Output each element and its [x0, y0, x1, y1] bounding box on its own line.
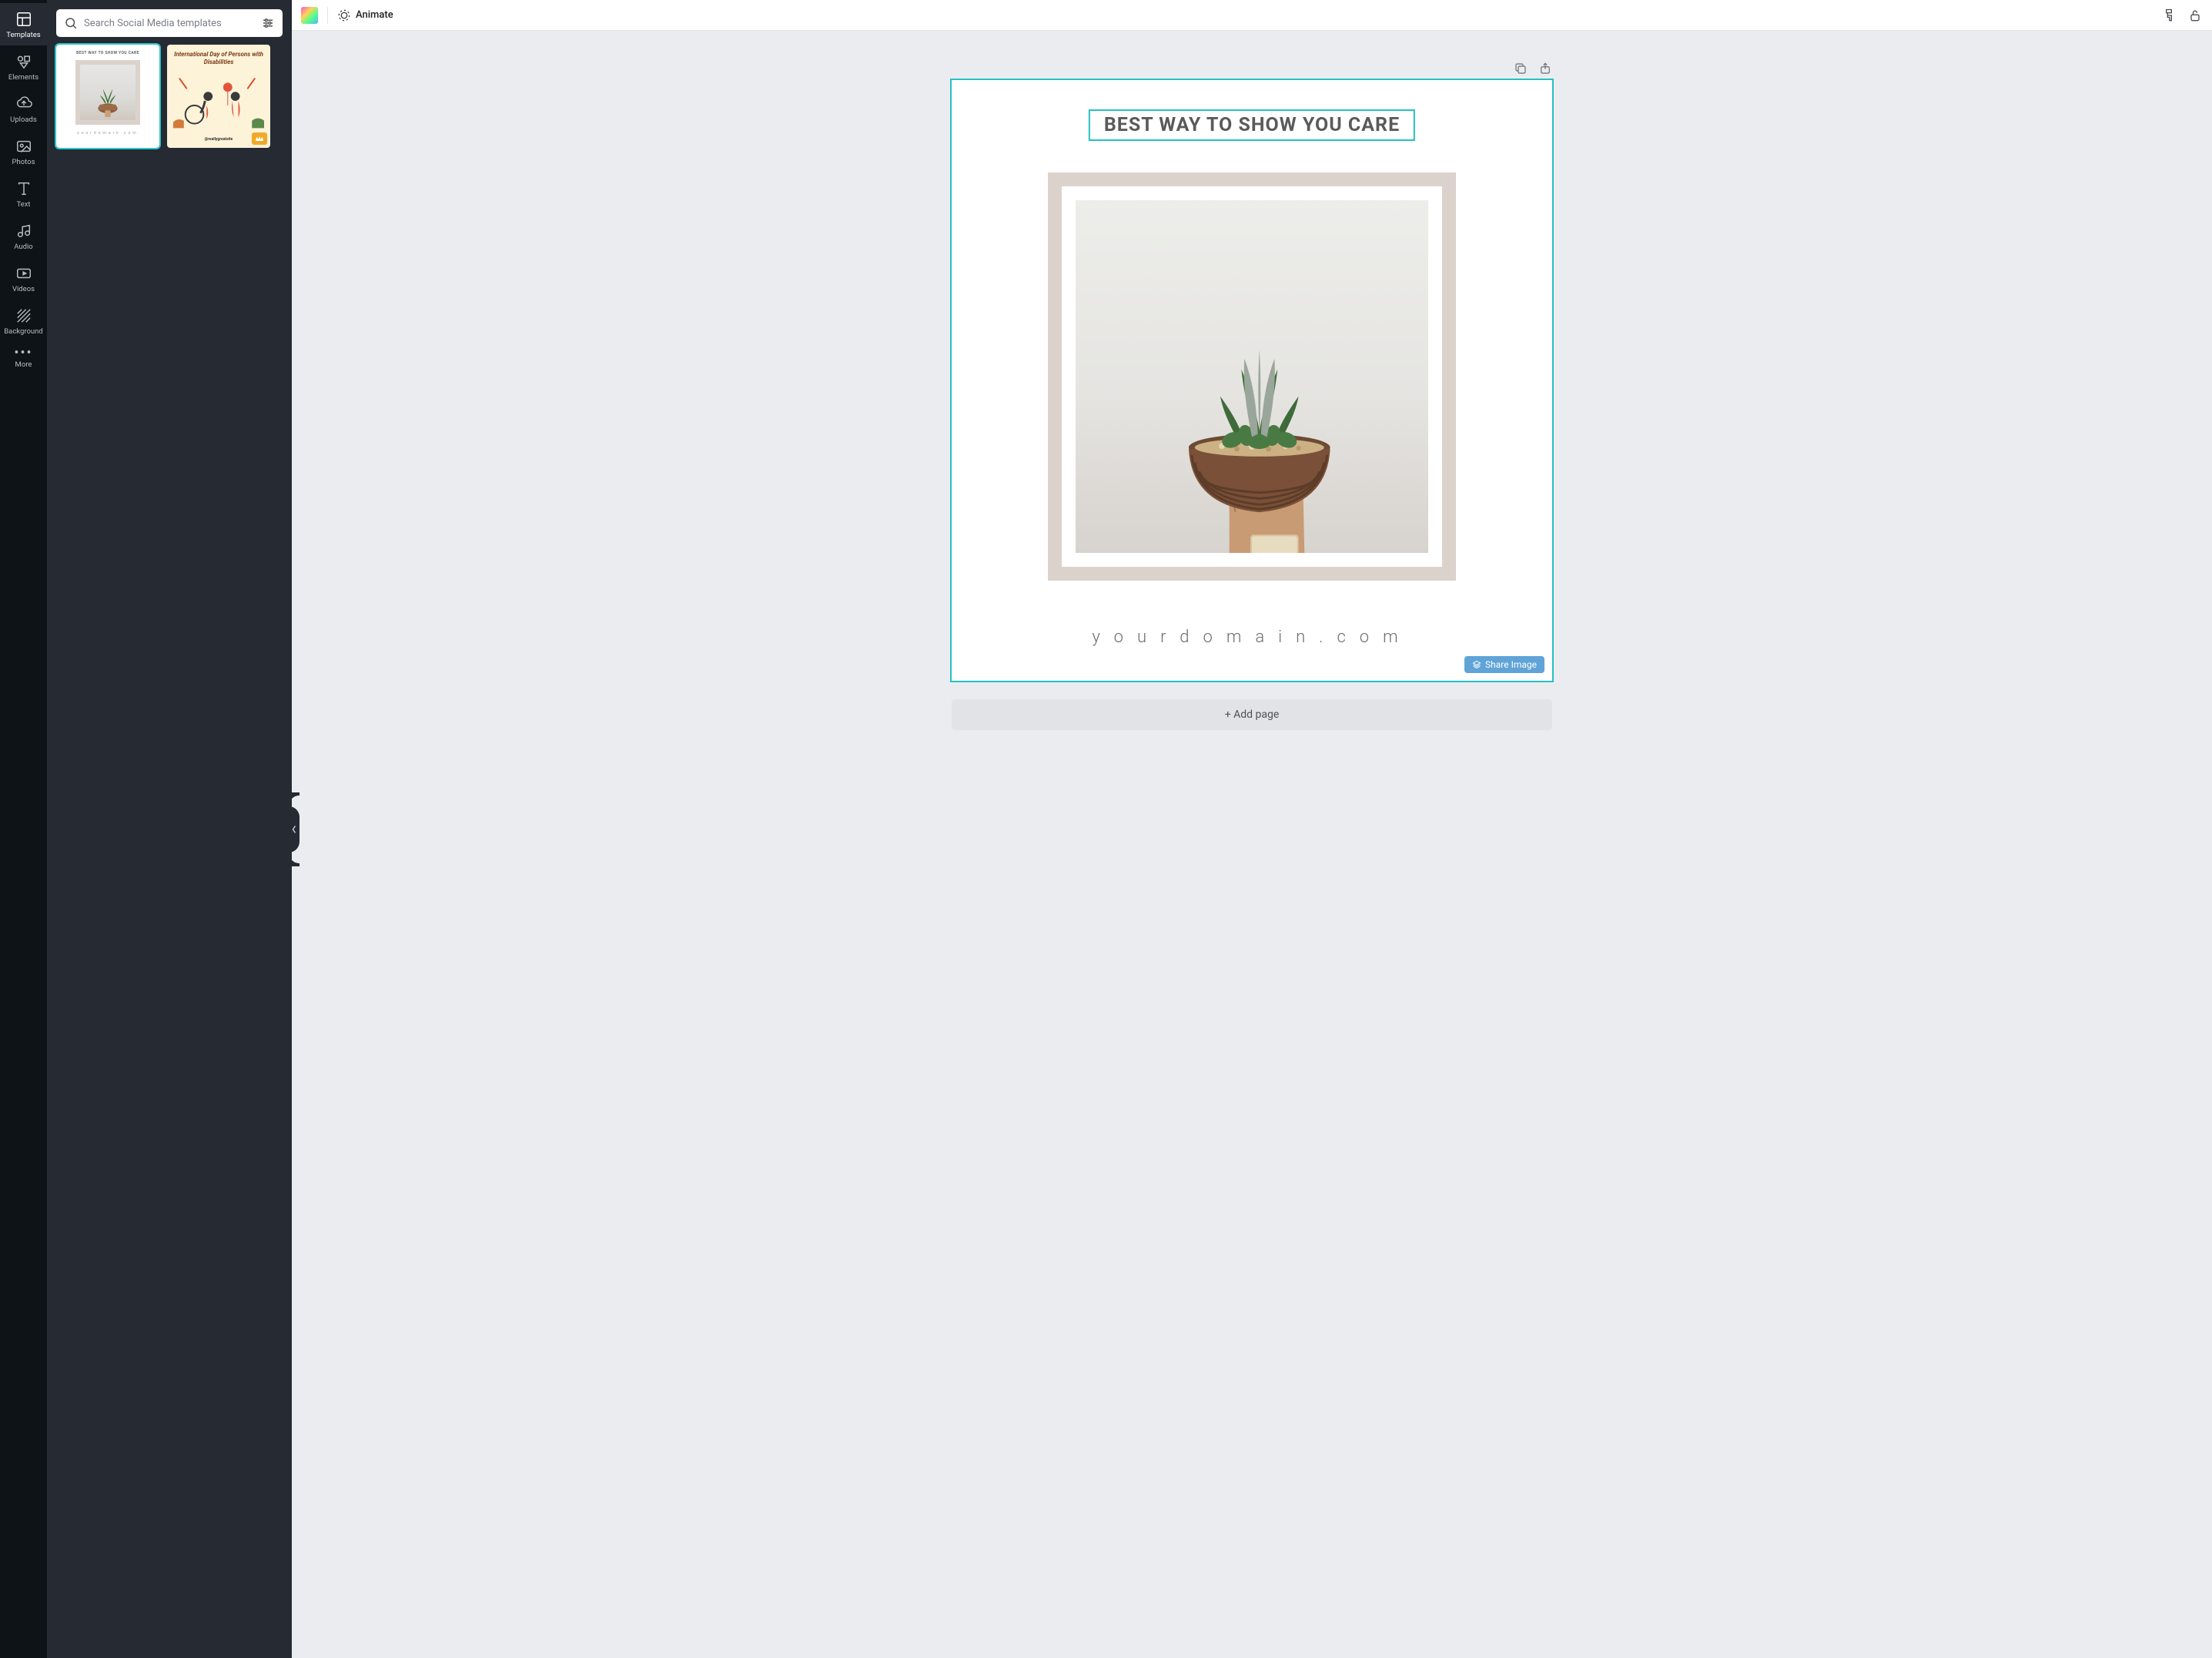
nav-label: Videos: [12, 285, 35, 293]
layers-icon: [1472, 660, 1481, 669]
canvas-scroll[interactable]: BEST WAY TO SHOW YOU CARE: [292, 31, 2212, 1658]
nav-label: Uploads: [10, 116, 37, 124]
search-box[interactable]: [56, 9, 283, 37]
lock-icon[interactable]: [2187, 8, 2203, 23]
add-page-button[interactable]: + Add page: [952, 699, 1552, 730]
nav-label: Background: [4, 327, 43, 336]
elements-icon: [15, 53, 32, 70]
plant-illustration: [1139, 286, 1364, 553]
premium-badge-icon: [252, 132, 267, 145]
templates-icon: [15, 11, 32, 28]
nav-elements[interactable]: Elements: [0, 45, 47, 88]
nav-label: More: [15, 360, 32, 369]
thumb-footer: @reallygreatsite: [205, 137, 233, 142]
export-page-icon[interactable]: [1538, 62, 1552, 75]
nav-rail: Templates Elements Uploads Photos Text A…: [0, 0, 47, 1658]
text-icon: [15, 180, 32, 197]
search-icon: [64, 16, 78, 30]
plant-icon: [93, 83, 122, 117]
filter-icon[interactable]: [261, 16, 275, 30]
top-toolbar: Animate: [292, 0, 2212, 31]
audio-icon: [15, 223, 32, 239]
nav-label: Templates: [6, 31, 40, 39]
background-icon: [15, 307, 32, 324]
nav-label: Audio: [14, 243, 32, 251]
collapse-panel-button[interactable]: [289, 806, 300, 852]
side-panel: BEST WAY TO SHOW YOU CARE yourdomain: [47, 0, 292, 1658]
headline-text: BEST WAY TO SHOW YOU CARE: [1104, 114, 1400, 136]
headline-selection[interactable]: BEST WAY TO SHOW YOU CARE: [1089, 109, 1415, 141]
nav-label: Elements: [8, 73, 38, 82]
nav-photos[interactable]: Photos: [0, 130, 47, 172]
page-controls: [952, 62, 1552, 75]
template-thumb-2[interactable]: International Day of Persons with Disabi…: [167, 45, 270, 148]
photo-frame[interactable]: [1048, 172, 1456, 581]
nav-label: Photos: [12, 158, 35, 166]
nav-text[interactable]: Text: [0, 172, 47, 215]
videos-icon: [15, 265, 32, 282]
domain-text[interactable]: yourdomain.com: [952, 628, 1552, 647]
style-copy-icon[interactable]: [2161, 8, 2177, 23]
nav-audio[interactable]: Audio: [0, 215, 47, 257]
chevron-left-icon: [291, 825, 297, 834]
photo-image: [1076, 200, 1428, 553]
background-color-picker[interactable]: [301, 7, 318, 24]
duplicate-page-icon[interactable]: [1514, 62, 1528, 75]
template-thumb-1[interactable]: BEST WAY TO SHOW YOU CARE yourdomain: [56, 45, 159, 148]
animate-label: Animate: [356, 9, 393, 21]
nav-videos[interactable]: Videos: [0, 257, 47, 300]
thumb-title: International Day of Persons with Disabi…: [173, 51, 264, 65]
animate-icon: [337, 8, 351, 22]
design-canvas[interactable]: BEST WAY TO SHOW YOU CARE: [952, 80, 1552, 681]
template-grid: BEST WAY TO SHOW YOU CARE yourdomain: [47, 45, 292, 148]
thumb-frame: [75, 60, 140, 125]
main-area: Animate BEST WAY TO SHOW YOU CARE: [292, 0, 2212, 1658]
thumb-art: [173, 75, 264, 129]
divider: [327, 7, 328, 24]
nav-uploads[interactable]: Uploads: [0, 88, 47, 130]
uploads-icon: [15, 95, 32, 112]
nav-label: Text: [16, 200, 30, 209]
share-label: Share Image: [1485, 659, 1537, 670]
thumb-title: BEST WAY TO SHOW YOU CARE: [76, 51, 139, 55]
add-page-label: + Add page: [1225, 708, 1280, 721]
nav-more[interactable]: ••• More: [0, 342, 47, 375]
thumb-footer: yourdomain.com: [77, 131, 139, 136]
share-image-button[interactable]: Share Image: [1464, 656, 1544, 673]
more-icon: •••: [14, 350, 32, 357]
animate-button[interactable]: Animate: [337, 8, 393, 22]
nav-background[interactable]: Background: [0, 300, 47, 342]
nav-templates[interactable]: Templates: [0, 3, 47, 45]
search-input[interactable]: [84, 18, 255, 29]
photo-mat: [1062, 186, 1442, 567]
photos-icon: [15, 138, 32, 155]
